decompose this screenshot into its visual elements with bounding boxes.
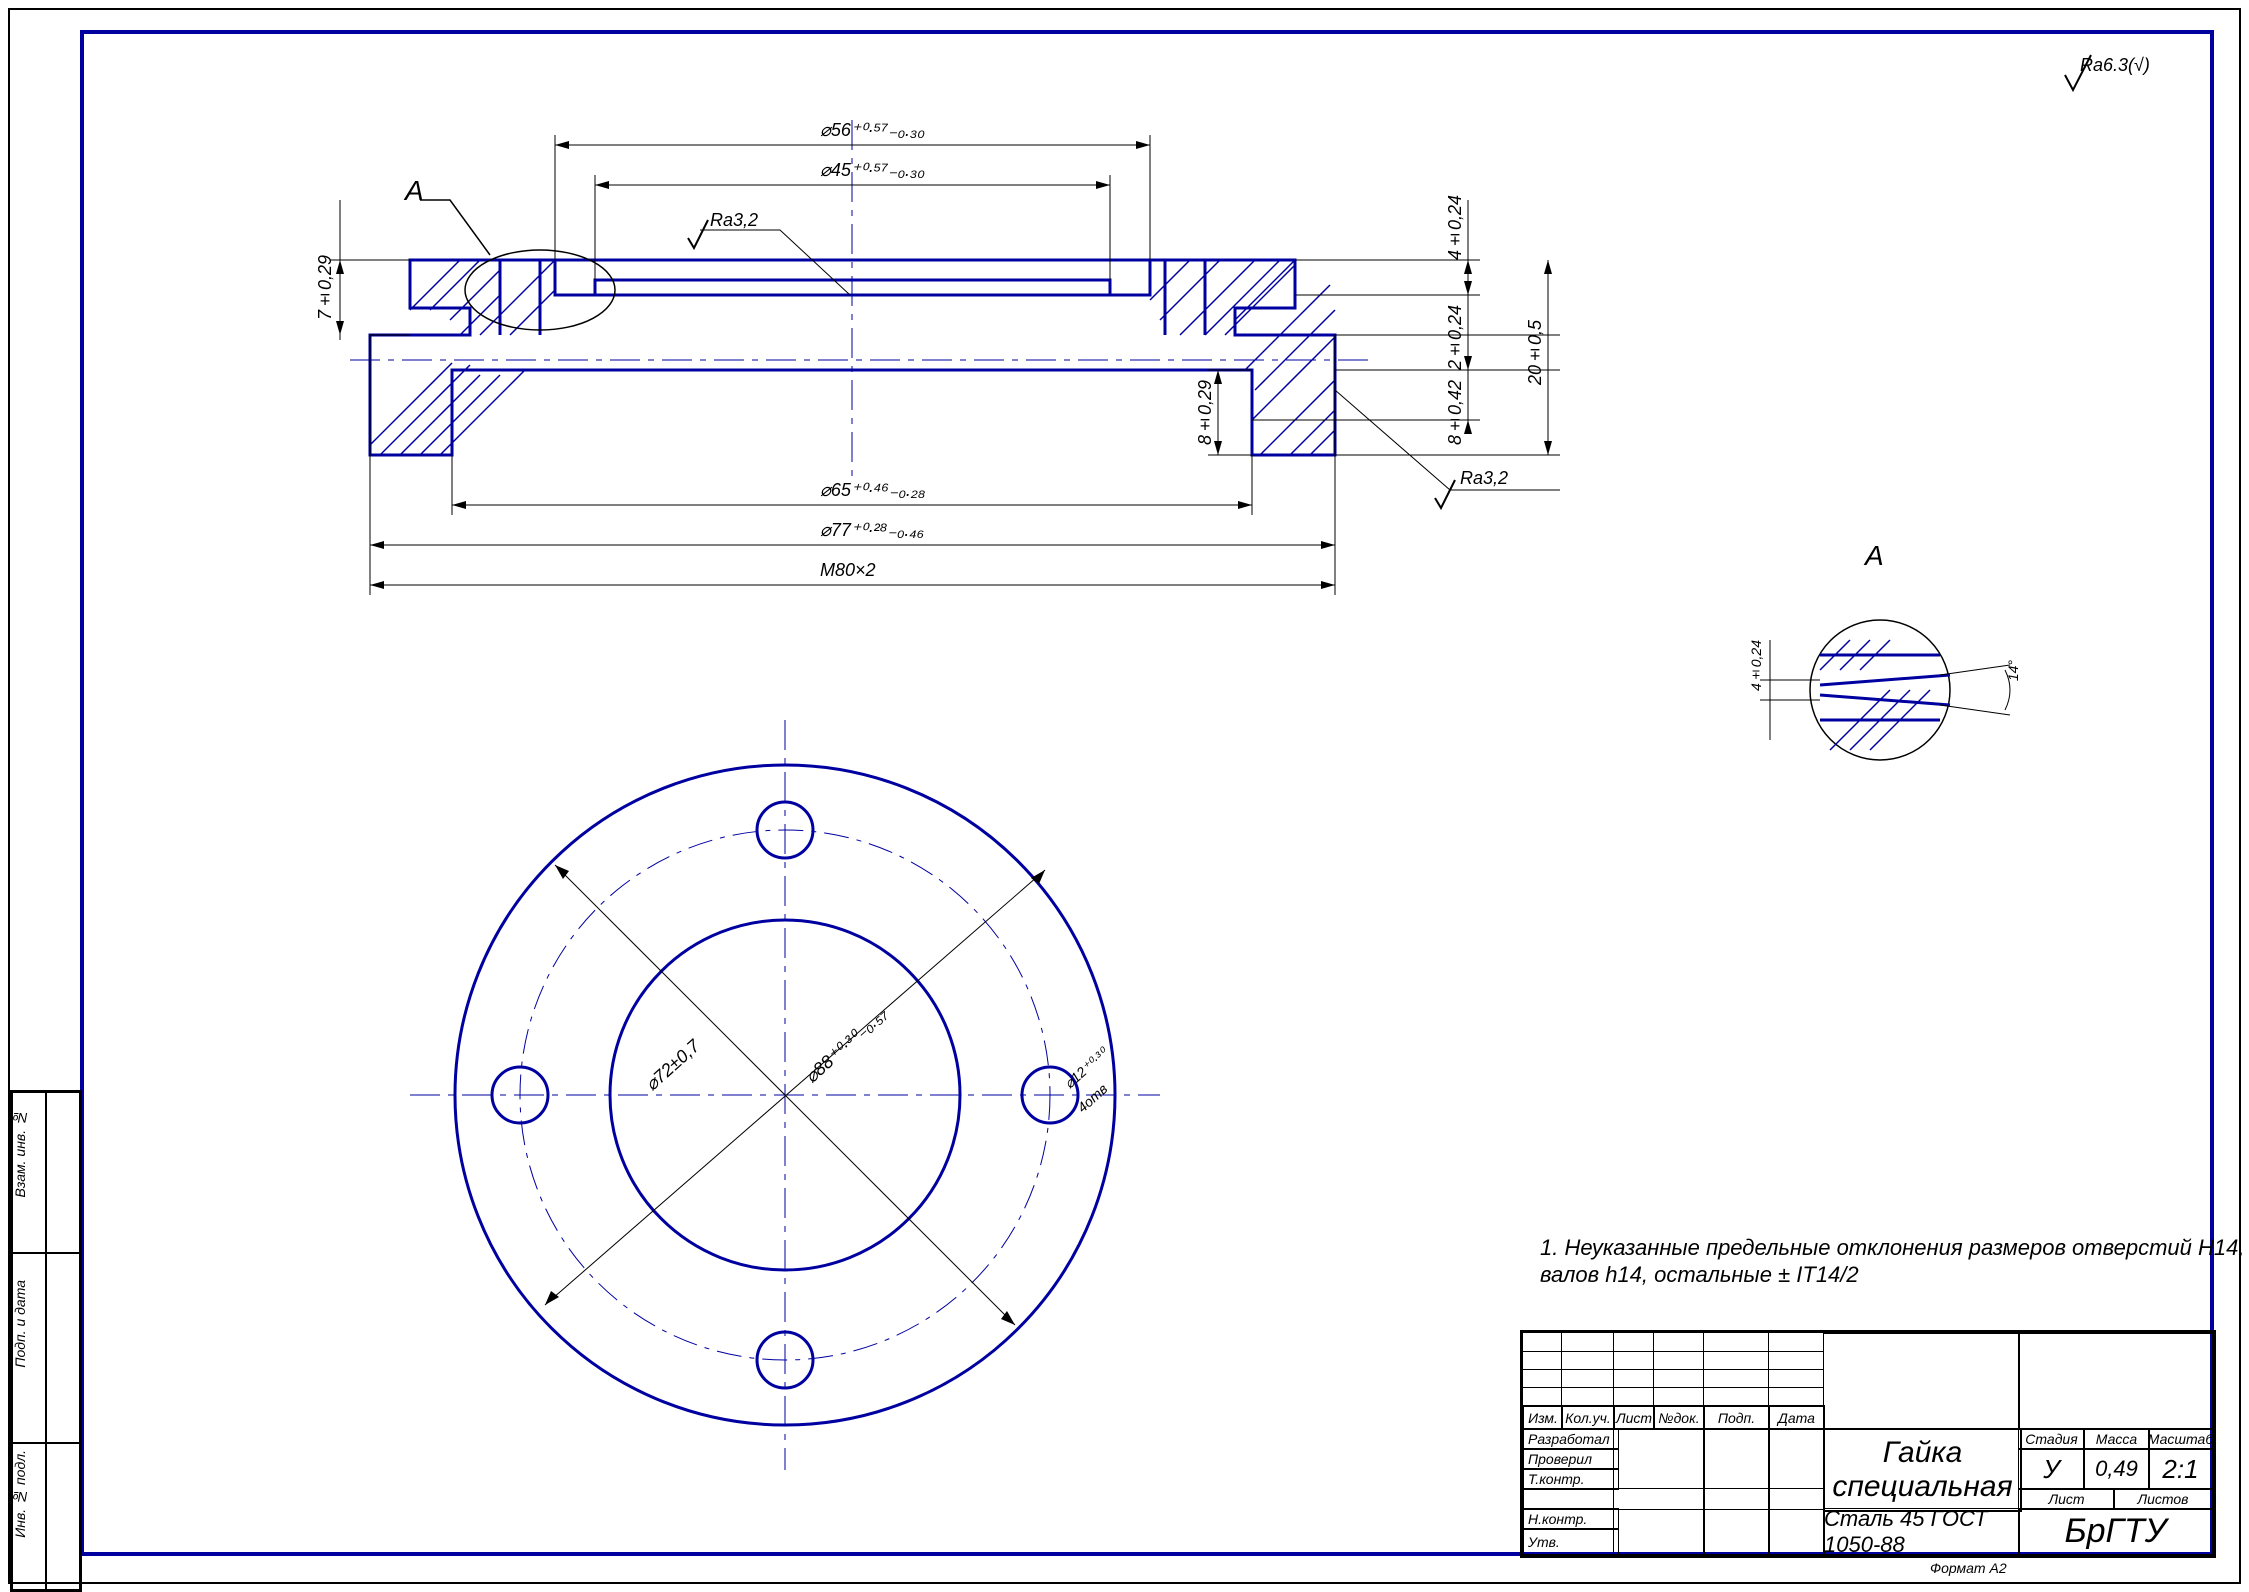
border-top <box>8 8 2241 10</box>
surface-finish-general: Ra6.3(√) <box>2080 55 2150 76</box>
title-block: Изм. Кол.уч. Лист №док. Подп. Дата Разра… <box>1520 1330 2216 1558</box>
hdr-izm: Изм. <box>1523 1405 1563 1430</box>
side-inv: Инв. № подл. <box>12 1450 28 1538</box>
hdr-razrab: Разработал <box>1523 1428 1619 1450</box>
hdr-stadia: Стадия <box>2018 1428 2085 1450</box>
dim-h20: 20±0,5 <box>1525 320 1546 385</box>
val-masshtab: 2:1 <box>2148 1448 2213 1490</box>
hdr-list2: Лист <box>2018 1488 2115 1510</box>
detail-label: А <box>1865 540 1884 572</box>
border-right <box>2239 8 2241 1584</box>
hdr-list: Лист <box>1613 1405 1655 1430</box>
dim-h4: 4±0,24 <box>1445 195 1466 260</box>
frame-top <box>80 30 2210 34</box>
hdr-ndok: №док. <box>1653 1405 1705 1430</box>
dim-d56: ⌀56⁺⁰·⁵⁷₋₀.₃₀ <box>820 120 925 141</box>
note-line1: 1. Неуказанные предельные отклонения раз… <box>1540 1235 2244 1261</box>
ra-top: Ra3,2 <box>710 210 758 231</box>
hdr-utv: Утв. <box>1523 1528 1619 1555</box>
hdr-tkontr: Т.контр. <box>1523 1468 1619 1490</box>
material: Сталь 45 ГОСТ 1050-88 <box>1823 1508 2020 1555</box>
frame-right <box>2210 30 2214 1556</box>
dim-h8a: 8±0,29 <box>1195 380 1216 445</box>
val-massa: 0,49 <box>2083 1448 2150 1490</box>
hdr-listov: Листов <box>2113 1488 2213 1510</box>
dim-d65: ⌀65⁺⁰·⁴⁶₋₀.₂₈ <box>820 480 925 501</box>
dim-h2: 2±0,24 <box>1445 305 1466 370</box>
dim-d45: ⌀45⁺⁰·⁵⁷₋₀.₃₀ <box>820 160 925 181</box>
section-label: А <box>405 175 424 207</box>
dim-m80: M80×2 <box>820 560 876 581</box>
hdr-prover: Проверил <box>1523 1448 1619 1470</box>
val-stadia: У <box>2018 1448 2085 1490</box>
hdr-kol: Кол.уч. <box>1561 1405 1615 1430</box>
border-bottom <box>8 1582 2241 1584</box>
part-name-1: Гайка <box>1883 1436 1963 1470</box>
hdr-data: Дата <box>1768 1405 1825 1430</box>
dim-d88: ⌀88⁺⁰·³⁰₋₀.₅₇ <box>801 1003 891 1087</box>
ra-bottom: Ra3,2 <box>1460 468 1508 489</box>
dim-d72: ⌀72±0,7 <box>641 1036 704 1096</box>
org: БрГТУ <box>2018 1508 2213 1555</box>
dim-h8b: 8±0,42 <box>1445 380 1466 445</box>
side-podp: Подп. и дата <box>12 1280 28 1368</box>
hdr-masshtab: Масштаб <box>2148 1428 2213 1450</box>
dim-h7: 7±0,29 <box>315 255 336 320</box>
note-line2: валов h14, остальные ± IT14/2 <box>1540 1262 1859 1288</box>
hdr-nkontr: Н.контр. <box>1523 1508 1619 1530</box>
hdr-massa: Масса <box>2083 1428 2150 1450</box>
detail-angle: 14° <box>2005 660 2021 681</box>
drawing-page: Ra6.3(√) <box>0 0 2249 1592</box>
side-vzam: Взам. инв. № <box>12 1110 28 1197</box>
part-name-2: специальная <box>1832 1470 2012 1504</box>
detail-h4: 4±0,24 <box>1748 640 1764 691</box>
hdr-podp: Подп. <box>1703 1405 1770 1430</box>
format-label: Формат А2 <box>1930 1560 2007 1576</box>
dim-d77: ⌀77⁺⁰·²⁸₋₀.₄₆ <box>820 520 924 541</box>
